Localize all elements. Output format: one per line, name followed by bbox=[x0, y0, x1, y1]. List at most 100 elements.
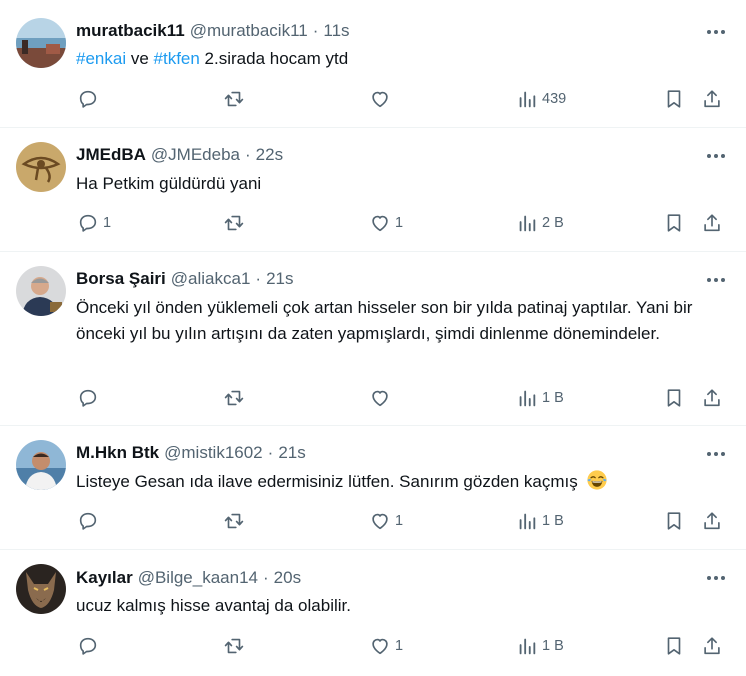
like-button[interactable]: 1 bbox=[369, 508, 403, 534]
bookmark-button[interactable] bbox=[663, 633, 685, 659]
bookmark-icon bbox=[667, 389, 681, 407]
view-count: 2 B bbox=[542, 215, 564, 231]
retweet-button[interactable] bbox=[222, 633, 250, 659]
retweet-button[interactable] bbox=[222, 508, 250, 534]
timestamp[interactable]: 11s bbox=[323, 21, 349, 41]
bar-chart-icon bbox=[519, 215, 536, 232]
user-handle[interactable]: @aliakca1 bbox=[171, 269, 251, 289]
like-button[interactable] bbox=[369, 86, 395, 112]
tweet[interactable]: muratbacik11 @muratbacik11 · 11s #enkai … bbox=[0, 0, 746, 128]
timestamp[interactable]: 20s bbox=[274, 568, 301, 588]
tweet-text: Listeye Gesan ıda ilave edermisiniz lütf… bbox=[76, 469, 716, 495]
more-options-icon[interactable] bbox=[704, 20, 728, 44]
tweet[interactable]: Kayılar @Bilge_kaan14 · 20s ucuz kalmış … bbox=[0, 550, 746, 676]
hashtag-link[interactable]: #enkai bbox=[76, 49, 126, 68]
user-handle[interactable]: @muratbacik11 bbox=[190, 21, 308, 41]
like-button[interactable]: 1 bbox=[369, 210, 403, 236]
retweet-button[interactable] bbox=[222, 385, 250, 411]
avatar[interactable] bbox=[16, 266, 66, 316]
retweet-icon bbox=[224, 513, 244, 529]
bar-chart-icon bbox=[519, 513, 536, 530]
reply-button[interactable] bbox=[77, 633, 103, 659]
hashtag-link[interactable]: #tkfen bbox=[154, 49, 200, 68]
display-name[interactable]: Borsa Şairi bbox=[76, 269, 166, 289]
text-segment: 2.sirada hocam ytd bbox=[199, 49, 349, 68]
reply-count: 1 bbox=[103, 215, 112, 231]
views-button[interactable]: 439 bbox=[516, 86, 566, 112]
display-name[interactable]: Kayılar bbox=[76, 568, 133, 588]
views-button[interactable]: 1 B bbox=[516, 385, 564, 411]
bookmark-button[interactable] bbox=[663, 210, 685, 236]
more-options-icon[interactable] bbox=[704, 268, 728, 292]
avatar[interactable] bbox=[16, 564, 66, 614]
separator-dot: · bbox=[244, 145, 251, 164]
views-button[interactable]: 1 B bbox=[516, 508, 564, 534]
reply-button[interactable] bbox=[77, 385, 103, 411]
heart-icon bbox=[372, 91, 388, 108]
view-count: 1 B bbox=[542, 638, 564, 654]
reply-icon bbox=[79, 389, 97, 407]
tweet-header: Borsa Şairi @aliakca1 · 21s bbox=[76, 268, 294, 290]
timestamp[interactable]: 21s bbox=[266, 269, 293, 289]
reply-icon bbox=[79, 637, 97, 655]
heart-icon bbox=[372, 390, 388, 407]
bookmark-icon bbox=[667, 637, 681, 655]
timestamp[interactable]: 22s bbox=[256, 145, 283, 165]
share-icon bbox=[704, 389, 720, 407]
view-count: 1 B bbox=[542, 390, 564, 406]
heart-icon bbox=[372, 513, 388, 530]
views-button[interactable]: 2 B bbox=[516, 210, 564, 236]
share-button[interactable] bbox=[701, 508, 723, 534]
more-options-icon[interactable] bbox=[704, 566, 728, 590]
tweet[interactable]: Borsa Şairi @aliakca1 · 21s Önceki yıl ö… bbox=[0, 252, 746, 426]
tweet[interactable]: JMEdBA @JMEdeba · 22s Ha Petkim güldürdü… bbox=[0, 128, 746, 252]
views-button[interactable]: 1 B bbox=[516, 633, 564, 659]
bar-chart-icon bbox=[519, 638, 536, 655]
separator-dot: · bbox=[312, 21, 319, 40]
retweet-icon bbox=[224, 638, 244, 654]
user-handle[interactable]: @Bilge_kaan14 bbox=[138, 568, 258, 588]
like-button[interactable]: 1 bbox=[369, 633, 403, 659]
share-button[interactable] bbox=[701, 385, 723, 411]
display-name[interactable]: M.Hkn Btk bbox=[76, 443, 159, 463]
avatar[interactable] bbox=[16, 142, 66, 192]
bookmark-button[interactable] bbox=[663, 86, 685, 112]
retweet-button[interactable] bbox=[222, 210, 250, 236]
retweet-icon bbox=[224, 91, 244, 107]
action-bar: 1 1 B bbox=[0, 633, 746, 659]
user-handle[interactable]: @mistik1602 bbox=[164, 443, 263, 463]
display-name[interactable]: muratbacik11 bbox=[76, 21, 185, 41]
reply-icon bbox=[79, 214, 97, 232]
display-name[interactable]: JMEdBA bbox=[76, 145, 146, 165]
retweet-button[interactable] bbox=[222, 86, 250, 112]
heart-icon bbox=[372, 638, 388, 655]
text-segment: Listeye Gesan ıda ilave edermisiniz lütf… bbox=[76, 472, 578, 491]
avatar[interactable] bbox=[16, 440, 66, 490]
more-options-icon[interactable] bbox=[704, 144, 728, 168]
share-button[interactable] bbox=[701, 210, 723, 236]
text-segment: ve bbox=[126, 49, 154, 68]
share-button[interactable] bbox=[701, 633, 723, 659]
tweet-text: #enkai ve #tkfen 2.sirada hocam ytd bbox=[76, 46, 716, 72]
separator-dot: · bbox=[267, 443, 274, 462]
more-options-icon[interactable] bbox=[704, 442, 728, 466]
retweet-icon bbox=[224, 390, 244, 406]
tweet[interactable]: M.Hkn Btk @mistik1602 · 21s Listeye Gesa… bbox=[0, 426, 746, 550]
bookmark-button[interactable] bbox=[663, 508, 685, 534]
separator-dot: · bbox=[255, 269, 262, 288]
tweet-header: muratbacik11 @muratbacik11 · 11s bbox=[76, 20, 350, 42]
like-button[interactable] bbox=[369, 385, 395, 411]
bookmark-button[interactable] bbox=[663, 385, 685, 411]
share-button[interactable] bbox=[701, 86, 723, 112]
like-count: 1 bbox=[395, 215, 404, 231]
tweet-header: Kayılar @Bilge_kaan14 · 20s bbox=[76, 567, 301, 589]
user-handle[interactable]: @JMEdeba bbox=[151, 145, 240, 165]
reply-button[interactable]: 1 bbox=[77, 210, 111, 236]
timestamp[interactable]: 21s bbox=[278, 443, 305, 463]
reply-button[interactable] bbox=[77, 508, 103, 534]
tweet-header: M.Hkn Btk @mistik1602 · 21s bbox=[76, 442, 306, 464]
avatar[interactable] bbox=[16, 18, 66, 68]
reply-button[interactable] bbox=[77, 86, 103, 112]
tears-of-joy-emoji bbox=[587, 470, 608, 490]
view-count: 1 B bbox=[542, 513, 564, 529]
